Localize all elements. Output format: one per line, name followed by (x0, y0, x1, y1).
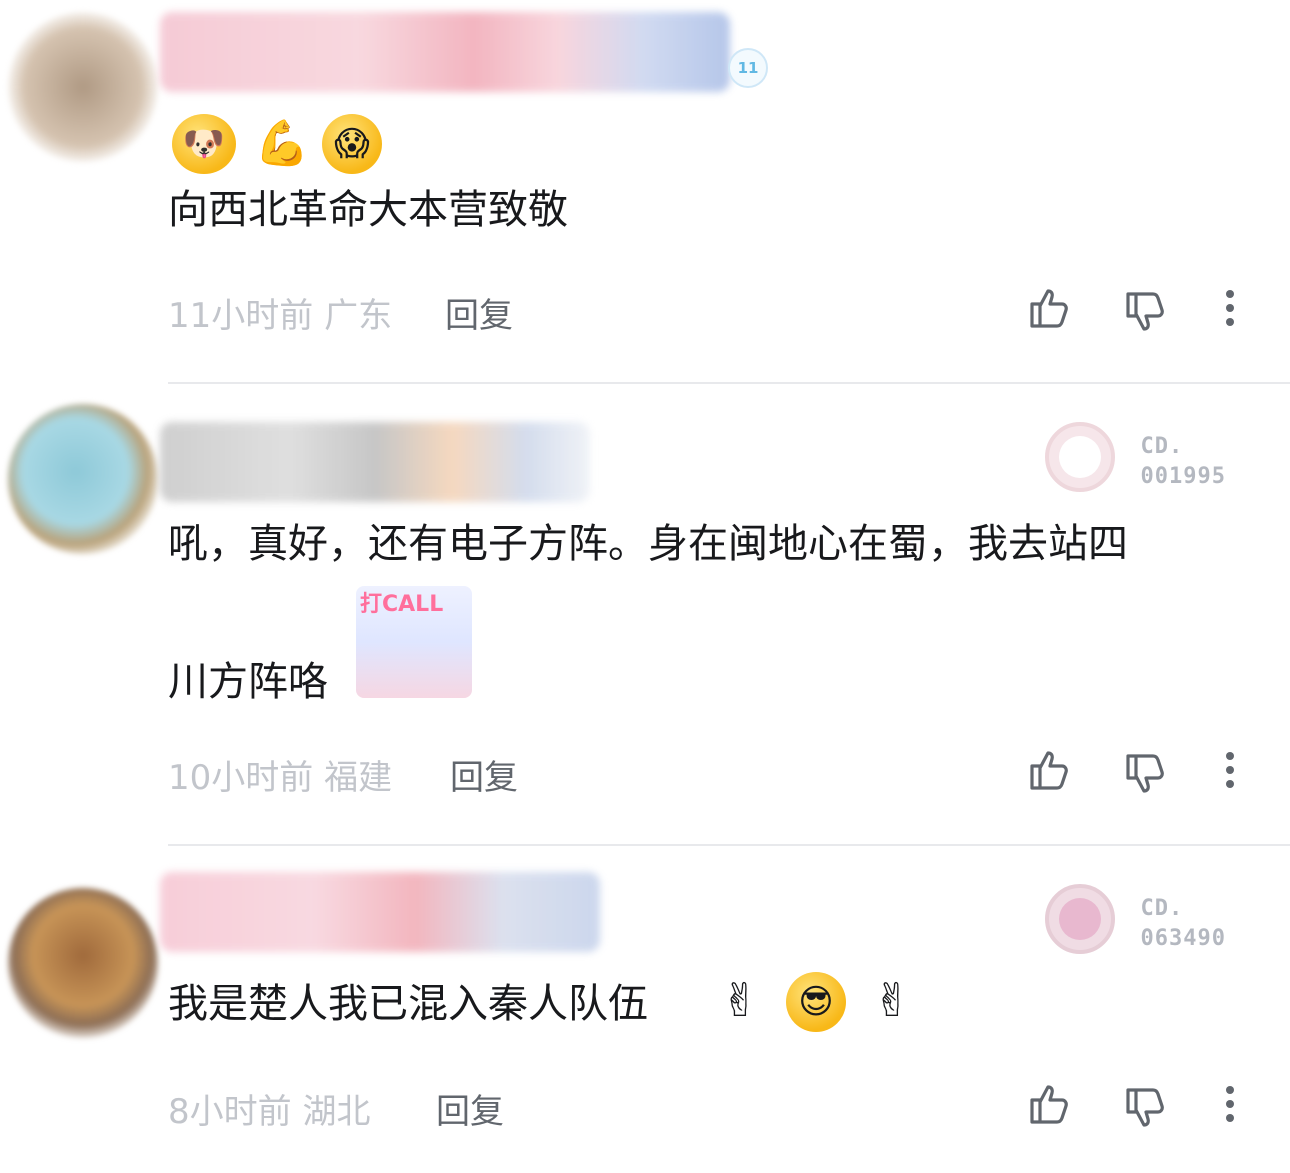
username-redacted[interactable] (160, 422, 590, 502)
thumb-down-icon[interactable] (1122, 1084, 1170, 1132)
comment-text: 我是楚人我已混入秦人队伍 (168, 981, 648, 1027)
comment-meta: 8小时前 湖北 (168, 1084, 370, 1133)
thumb-down-icon[interactable] (1122, 750, 1170, 798)
comment-text-line1: 吼，真好，还有电子方阵。身在闽地心在蜀，我去站四 (168, 521, 1128, 567)
more-vertical-icon[interactable] (1206, 284, 1254, 332)
comment-meta: 11小时前 广东 (168, 288, 392, 337)
comment-location: 广东 (324, 296, 393, 336)
fan-medal-number: CD. 001995 (1140, 434, 1226, 489)
comment-location: 湖北 (302, 1092, 371, 1132)
reply-button[interactable]: 回复 (450, 750, 518, 799)
avatar[interactable] (8, 888, 158, 1038)
comment-location: 福建 (324, 758, 393, 798)
comment-item: 11 🐶 💪 😱 向西北革命大本营致敬 11小时前 广东 回复 (0, 0, 1290, 384)
avatar[interactable] (8, 404, 158, 554)
thumb-up-icon[interactable] (1026, 1080, 1074, 1128)
cool-sunglasses-emoji: 😎 (786, 972, 846, 1032)
dog-with-rose-emoji: 🐶 (172, 114, 236, 174)
comment-text-line2: 川方阵咯 (168, 659, 328, 705)
comment-item: CD. 063490 我是楚人我已混入秦人队伍 ✌ 😎 ✌ 8小时前 湖北 回复 (0, 846, 1290, 1173)
victory-hand-emoji: ✌ (872, 973, 912, 1027)
thumb-up-icon[interactable] (1026, 746, 1074, 794)
comment-meta: 10小时前 福建 (168, 750, 392, 799)
shocked-face-emoji: 😱 (322, 114, 382, 174)
username-redacted[interactable] (160, 872, 600, 952)
flexed-bicep-emoji: 💪 (254, 118, 310, 169)
more-vertical-icon[interactable] (1206, 746, 1254, 794)
comment-time: 11小时前 (168, 296, 314, 336)
avatar[interactable] (8, 12, 158, 162)
thumb-up-icon[interactable] (1026, 284, 1074, 332)
comment-text: 向西北革命大本营致敬 (168, 187, 568, 233)
username-redacted[interactable] (160, 12, 730, 92)
fan-medal-number: CD. 063490 (1140, 896, 1226, 951)
comment-time: 10小时前 (168, 758, 314, 798)
comment-item: CD. 001995 吼，真好，还有电子方阵。身在闽地心在蜀，我去站四 川方阵咯… (0, 384, 1290, 846)
dacall-sticker: 打CALL (356, 586, 472, 698)
comment-time: 8小时前 (168, 1092, 292, 1132)
thumb-down-icon[interactable] (1122, 288, 1170, 336)
reply-button[interactable]: 回复 (445, 288, 513, 337)
more-vertical-icon[interactable] (1206, 1080, 1254, 1128)
reply-button[interactable]: 回复 (436, 1084, 504, 1133)
fan-medal-badge (1045, 884, 1115, 954)
victory-hand-emoji: ✌ (720, 973, 760, 1027)
fan-medal-badge (1045, 422, 1115, 492)
level-badge: 11 (728, 48, 768, 88)
